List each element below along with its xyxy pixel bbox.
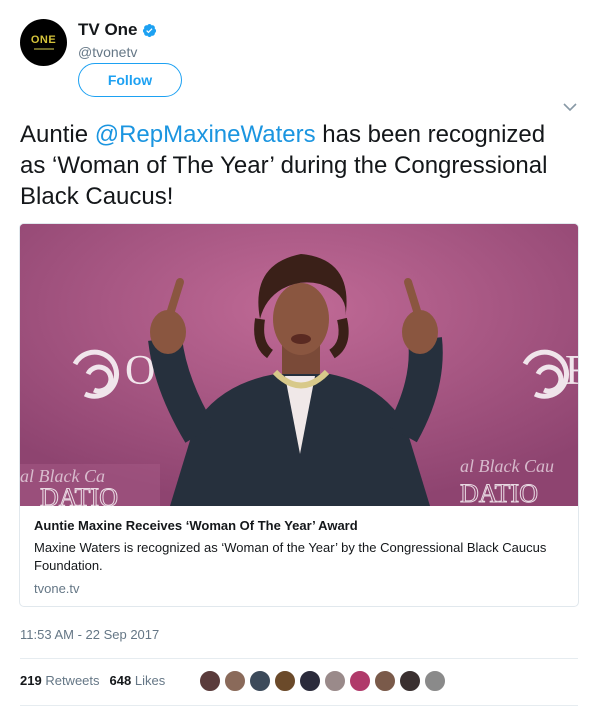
avatar-logo-bar xyxy=(33,48,54,50)
liker-avatar[interactable] xyxy=(199,670,221,692)
liker-avatar[interactable] xyxy=(349,670,371,692)
tweet-text-before: Auntie xyxy=(20,121,95,148)
liker-avatar[interactable] xyxy=(249,670,271,692)
liker-avatar[interactable] xyxy=(274,670,296,692)
liker-avatar[interactable] xyxy=(324,670,346,692)
divider-top xyxy=(20,658,578,659)
tweet-timestamp[interactable]: 11:53 AM - 22 Sep 2017 xyxy=(20,627,159,642)
liker-avatar[interactable] xyxy=(299,670,321,692)
image-sign-right-2: DATIO xyxy=(460,479,538,506)
likes-count: 648 xyxy=(109,673,132,688)
card-body[interactable]: Auntie Maxine Receives ‘Woman Of The Yea… xyxy=(20,506,578,606)
liker-avatar[interactable] xyxy=(374,670,396,692)
account-name-row[interactable]: TV One xyxy=(78,20,157,40)
verified-badge-icon xyxy=(142,23,156,37)
divider-bottom xyxy=(20,705,578,706)
avatar-logo-text: ONE xyxy=(30,34,57,46)
tweet-text: Auntie @RepMaxineWaters has been recogni… xyxy=(20,119,570,212)
follow-button[interactable]: Follow xyxy=(78,63,182,97)
card-image[interactable]: O F al Black Ca DATIO al Black Cau DATIO xyxy=(20,224,578,506)
account-name[interactable]: TV One xyxy=(78,20,138,40)
card-description: Maxine Waters is recognized as ‘Woman of… xyxy=(34,540,547,573)
likes-label: Likes xyxy=(134,673,166,688)
avatar[interactable]: ONE xyxy=(20,19,67,66)
retweets-count: 219 xyxy=(20,673,42,688)
liker-avatar[interactable] xyxy=(224,670,246,692)
card-photo: O F al Black Ca DATIO al Black Cau DATIO xyxy=(20,224,578,506)
mention-link[interactable]: @RepMaxineWaters xyxy=(95,121,316,148)
liker-avatars xyxy=(199,670,449,692)
tweet-stats: 219 Retweets 648 Likes xyxy=(20,673,165,688)
chevron-down-icon[interactable] xyxy=(563,102,577,112)
image-sign-right: al Black Cau xyxy=(460,456,554,476)
link-card[interactable]: O F al Black Ca DATIO al Black Cau DATIO xyxy=(19,223,579,607)
card-title[interactable]: Auntie Maxine Receives ‘Woman Of The Yea… xyxy=(34,517,564,535)
card-domain: tvone.tv xyxy=(34,581,80,596)
svg-text:F: F xyxy=(565,348,578,394)
liker-avatar[interactable] xyxy=(424,670,446,692)
liker-avatar[interactable] xyxy=(399,670,421,692)
retweets-stat[interactable]: 219 Retweets xyxy=(20,673,100,688)
retweets-label: Retweets xyxy=(45,673,100,688)
account-handle[interactable]: @tvonetv xyxy=(78,44,137,60)
likes-stat[interactable]: 648 Likes xyxy=(110,673,166,688)
image-sign-left-2: DATIO xyxy=(40,483,118,506)
